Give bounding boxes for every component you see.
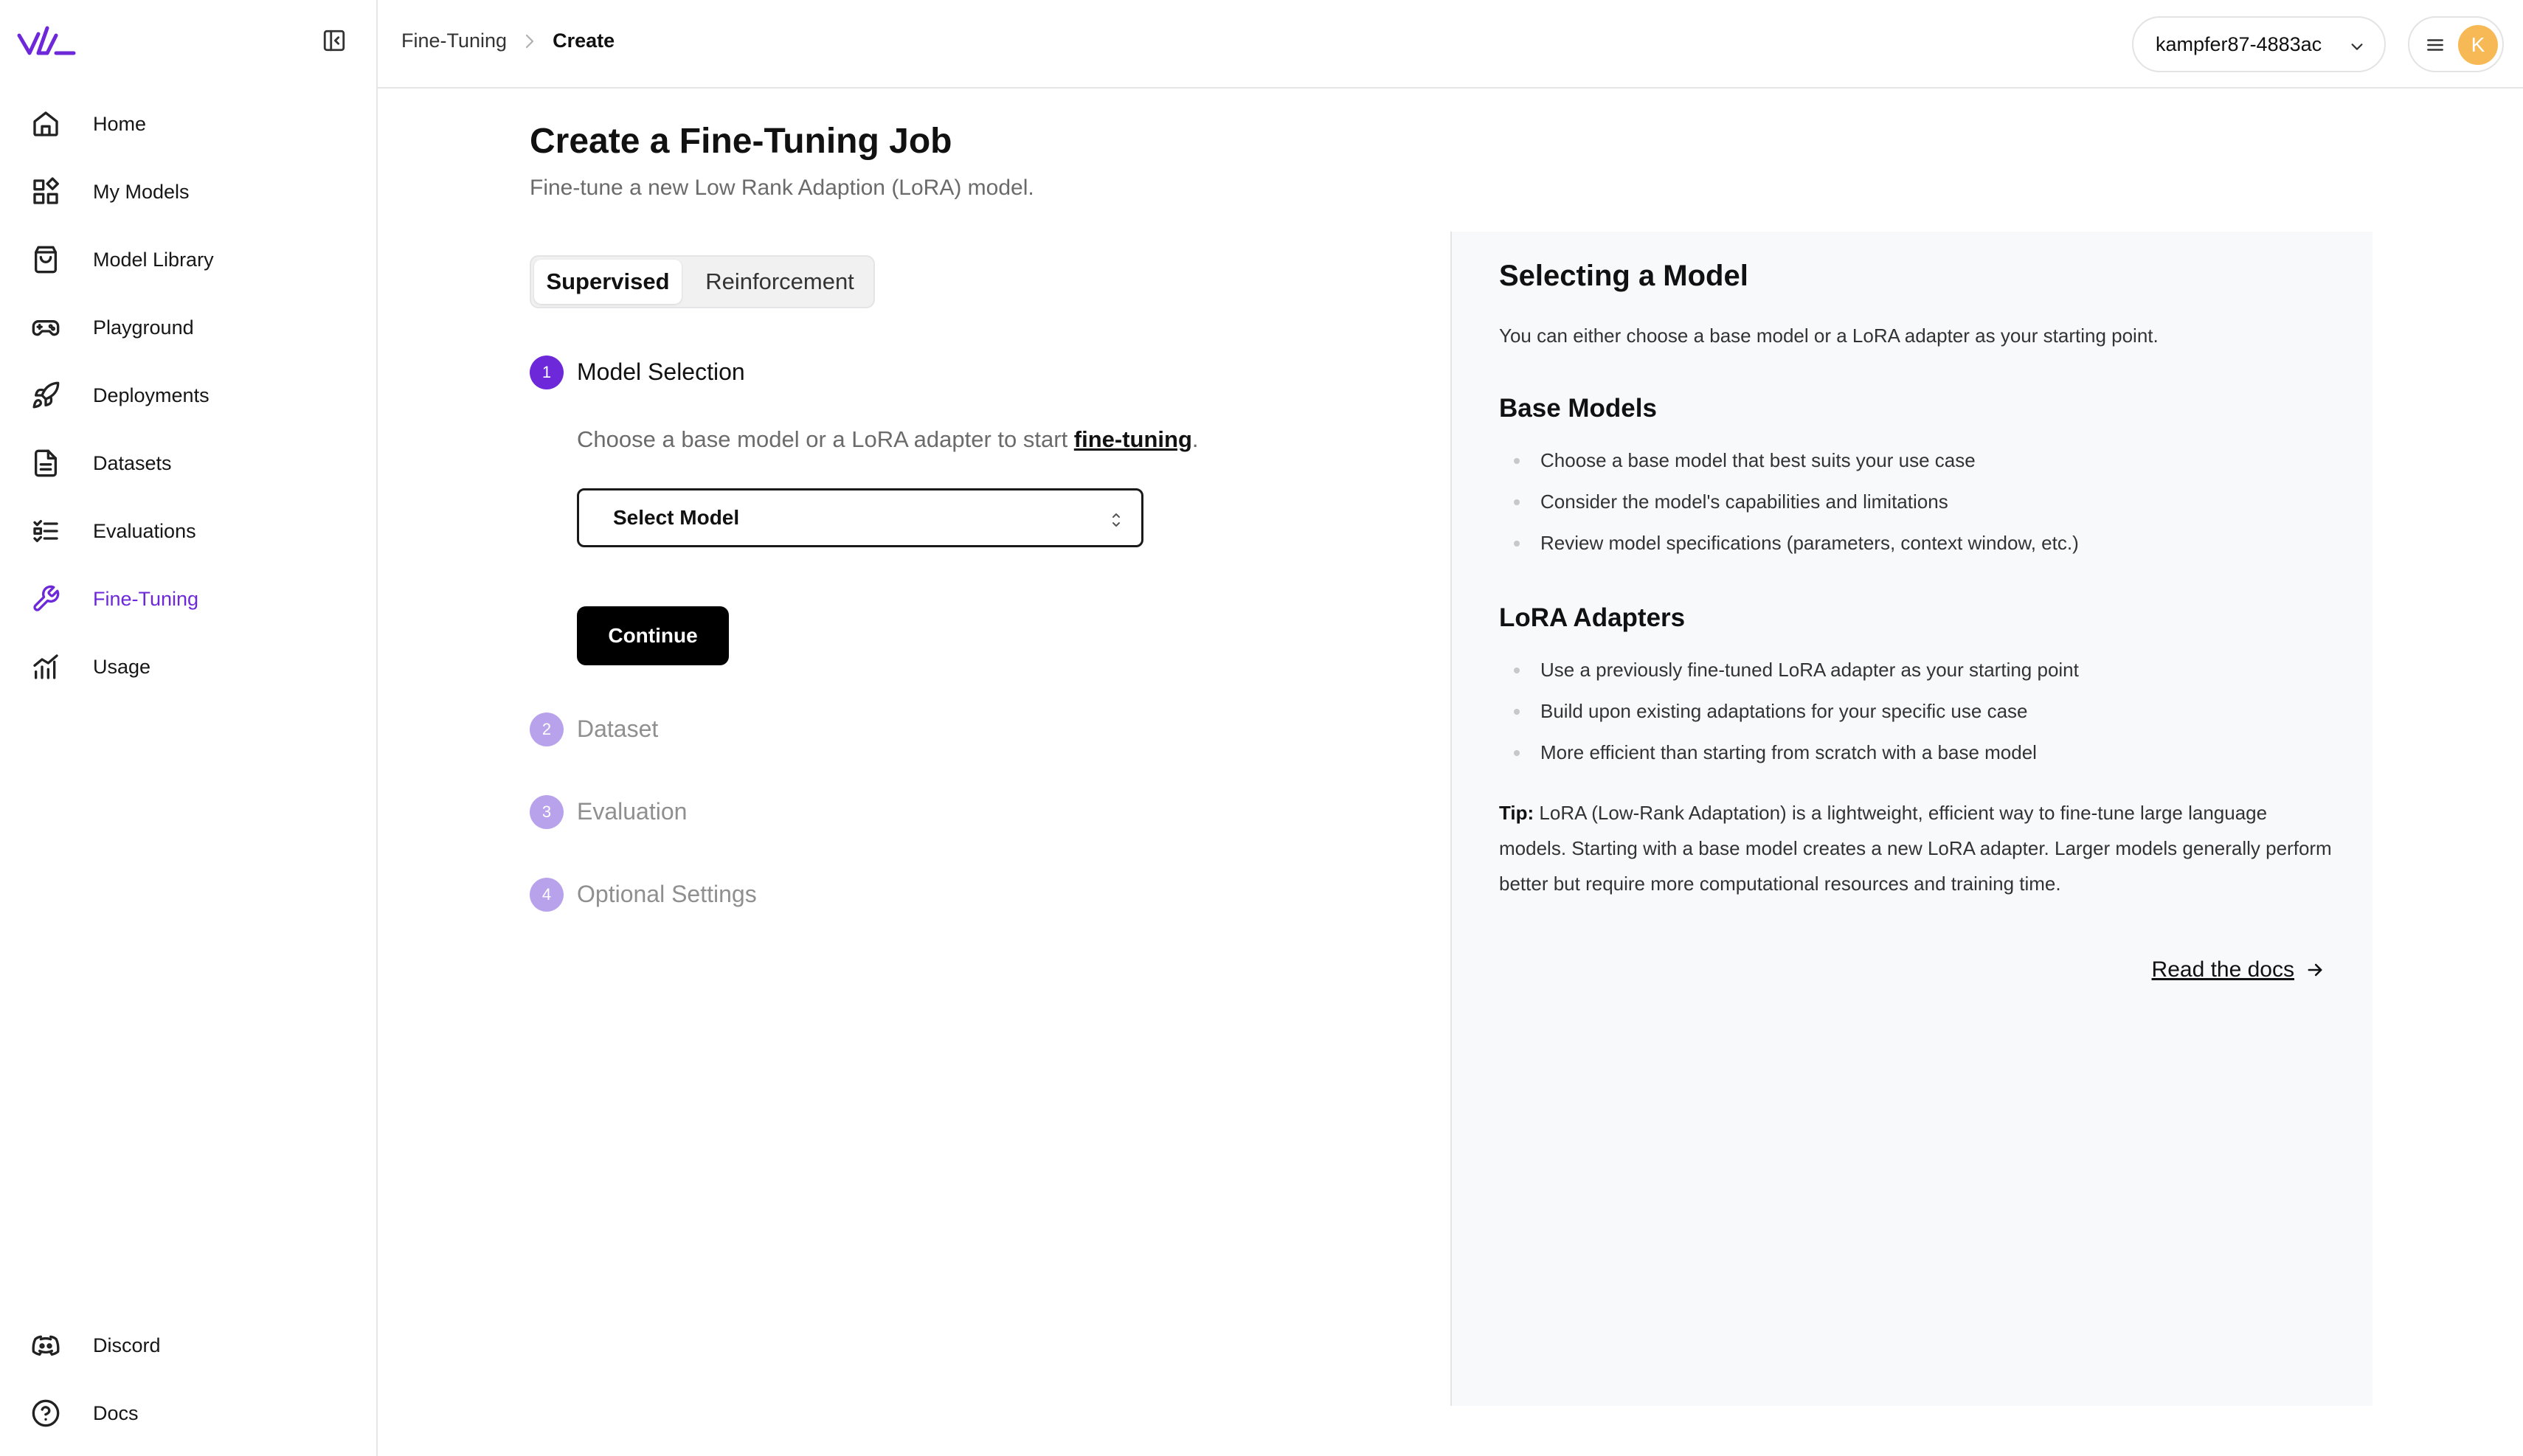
sidebar-item-label: Datasets — [93, 451, 172, 474]
step-title-model-selection[interactable]: Model Selection — [577, 358, 745, 386]
file-text-icon — [30, 447, 62, 479]
help-tip: Tip: LoRA (Low-Rank Adaptation) is a lig… — [1499, 795, 2333, 901]
sidebar-item-label: Discord — [93, 1334, 161, 1356]
list-item: Choose a base model that best suits your… — [1499, 447, 2079, 488]
tip-label: Tip: — [1499, 802, 1534, 824]
list-item: More efficient than starting from scratc… — [1499, 739, 2079, 780]
breadcrumb-item-create: Create — [553, 30, 615, 52]
tab-supervised[interactable]: Supervised — [534, 260, 682, 304]
user-menu-button[interactable]: K — [2408, 16, 2504, 72]
sidebar-item-evaluations[interactable]: Evaluations — [30, 509, 354, 553]
sidebar-item-label: Docs — [93, 1401, 139, 1424]
sidebar-item-deployments[interactable]: Deployments — [30, 373, 354, 417]
account-selector[interactable]: kampfer87-4883ac — [2132, 16, 2386, 72]
model-select[interactable]: Select Model — [577, 488, 1143, 547]
continue-button[interactable]: Continue — [577, 606, 729, 665]
sidebar-item-datasets[interactable]: Datasets — [30, 441, 354, 485]
sidebar-item-model-library[interactable]: Model Library — [30, 238, 354, 282]
help-panel: Selecting a Model You can either choose … — [1450, 232, 2373, 1406]
wrench-icon — [30, 583, 62, 615]
page-subtitle: Fine-tune a new Low Rank Adaption (LoRA)… — [530, 176, 1034, 200]
step-number-4: 4 — [530, 878, 564, 912]
chevron-up-down-icon — [1112, 513, 1120, 527]
fine-tuning-link[interactable]: fine-tuning — [1074, 426, 1192, 452]
rocket-icon — [30, 379, 62, 412]
account-name: kampfer87-4883ac — [2156, 32, 2322, 55]
list-item: Consider the model's capabilities and li… — [1499, 488, 2079, 530]
read-docs-link[interactable]: Read the docs — [2152, 957, 2325, 982]
app-root: Home My Models Model Library Playground … — [0, 0, 2523, 1456]
collapse-sidebar-icon[interactable] — [322, 28, 347, 53]
sidebar-item-label: Fine-Tuning — [93, 587, 199, 610]
sidebar-item-home[interactable]: Home — [30, 102, 354, 146]
sidebar-item-discord[interactable]: Discord — [30, 1323, 354, 1367]
model-select-value: Select Model — [613, 506, 740, 529]
breadcrumb-item-fine-tuning[interactable]: Fine-Tuning — [401, 30, 507, 52]
step-description-text: Choose a base model or a LoRA adapter to… — [577, 426, 1074, 452]
tab-reinforcement[interactable]: Reinforcement — [689, 260, 871, 304]
sidebar-item-playground[interactable]: Playground — [30, 305, 354, 350]
sidebar-item-docs[interactable]: Docs — [30, 1391, 354, 1435]
chevron-right-icon — [525, 34, 534, 48]
tip-text: LoRA (Low-Rank Adaptation) is a lightwei… — [1499, 802, 2332, 895]
list-item: Build upon existing adaptations for your… — [1499, 698, 2079, 739]
gamepad-icon — [30, 311, 62, 344]
help-lora-heading: LoRA Adapters — [1499, 603, 1686, 632]
sidebar-item-my-models[interactable]: My Models — [30, 170, 354, 214]
discord-icon — [30, 1329, 62, 1362]
step-description-suffix: . — [1191, 426, 1199, 452]
checklist-icon — [30, 515, 62, 547]
avatar: K — [2458, 25, 2498, 65]
step-number-3: 3 — [530, 795, 564, 829]
sidebar-item-label: My Models — [93, 180, 190, 203]
sidebar-item-label: Model Library — [93, 248, 214, 271]
models-grid-icon — [30, 176, 62, 208]
job-type-tabs: Supervised Reinforcement — [530, 255, 875, 308]
sidebar-item-usage[interactable]: Usage — [30, 645, 354, 689]
help-lora-list: Use a previously fine-tuned LoRA adapter… — [1499, 656, 2079, 780]
sidebar-item-label: Playground — [93, 316, 194, 339]
arrow-right-icon — [2308, 963, 2322, 977]
step-number-2: 2 — [530, 713, 564, 746]
brand-logo[interactable] — [16, 24, 77, 59]
menu-icon — [2427, 39, 2443, 51]
home-icon — [30, 108, 62, 140]
sidebar-item-label: Evaluations — [93, 519, 196, 542]
list-item: Review model specifications (parameters,… — [1499, 530, 2079, 571]
breadcrumb: Fine-Tuning Create — [401, 30, 615, 52]
step-title-dataset[interactable]: Dataset — [577, 715, 658, 743]
chevron-down-icon — [2351, 44, 2363, 50]
sidebar-item-label: Deployments — [93, 384, 210, 406]
help-title: Selecting a Model — [1499, 260, 1748, 292]
bar-chart-icon — [30, 651, 62, 683]
help-base-models-heading: Base Models — [1499, 394, 1657, 423]
help-base-models-list: Choose a base model that best suits your… — [1499, 447, 2079, 571]
help-circle-icon — [30, 1397, 62, 1429]
step-title-optional-settings[interactable]: Optional Settings — [577, 881, 757, 908]
help-intro: You can either choose a base model or a … — [1499, 325, 2159, 347]
topbar: Fine-Tuning Create kampfer87-4883ac K — [378, 0, 2523, 89]
page-title: Create a Fine-Tuning Job — [530, 122, 952, 161]
sidebar-item-label: Usage — [93, 655, 151, 678]
sidebar-item-label: Home — [93, 112, 147, 135]
step-description: Choose a base model or a LoRA adapter to… — [577, 426, 1199, 453]
list-item: Use a previously fine-tuned LoRA adapter… — [1499, 656, 2079, 698]
step-number-1: 1 — [530, 356, 564, 389]
shopping-bag-icon — [30, 243, 62, 276]
sidebar-item-fine-tuning[interactable]: Fine-Tuning — [30, 577, 354, 621]
step-title-evaluation[interactable]: Evaluation — [577, 798, 687, 825]
sidebar: Home My Models Model Library Playground … — [0, 0, 378, 1456]
read-docs-label: Read the docs — [2151, 957, 2294, 982]
